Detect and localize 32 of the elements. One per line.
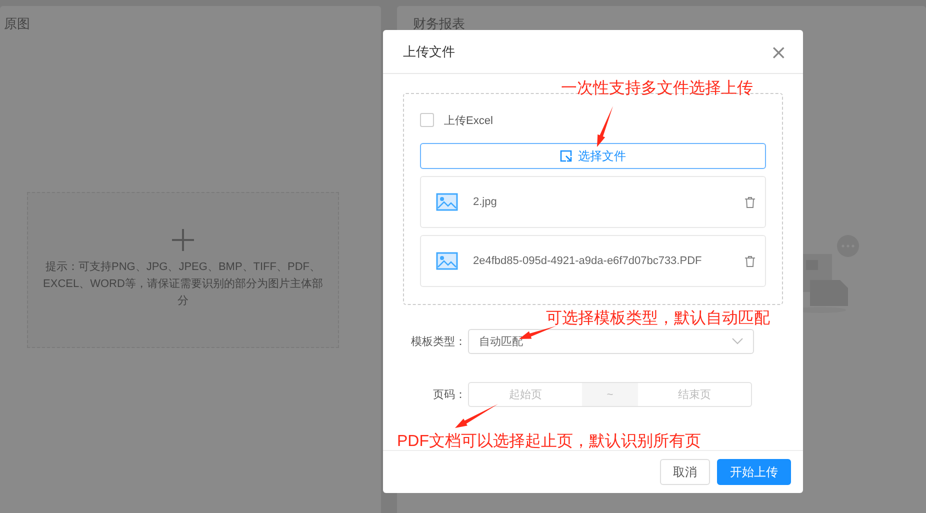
- panel-title: 原图: [3, 15, 31, 33]
- dialog-title: 上传文件: [403, 42, 455, 60]
- start-page-field[interactable]: 起始页: [468, 382, 582, 407]
- annotation-arrow: [455, 404, 498, 428]
- hint-text: 提示：可支持PNG、JPG、JPEG、BMP、TIFF、PDF、EXCEL、WORD等，请保证需要识别的部分为图片主体部分: [42, 260, 324, 309]
- field-label: 页码：: [432, 388, 466, 402]
- file-item[interactable]: 2e4fbd85-095d-4921-a9da-e6f7d07bc733.PDF: [420, 235, 766, 287]
- file-item[interactable]: 2.jpg: [420, 176, 766, 228]
- checkbox-label: 上传Excel: [444, 114, 493, 128]
- range-separator: ~: [582, 382, 638, 407]
- annotation-text: 一次性支持多文件选择上传: [561, 78, 753, 99]
- plus-icon: [172, 229, 194, 251]
- image-icon: [436, 193, 458, 211]
- start-upload-button[interactable]: 开始上传: [717, 459, 791, 485]
- annotation-text: PDF文档可以选择起止页，默认识别所有页: [397, 432, 701, 452]
- select-icon: [560, 150, 572, 162]
- delete-icon[interactable]: [745, 196, 755, 208]
- file-name: 2e4fbd85-095d-4921-a9da-e6f7d07bc733.PDF: [473, 255, 703, 267]
- annotation-text: 可选择模板类型，默认自动匹配: [546, 308, 770, 329]
- annotation-arrow: [597, 106, 613, 147]
- template-select[interactable]: 自动匹配: [468, 329, 754, 354]
- chevron-down-icon: [732, 338, 743, 345]
- end-page-field[interactable]: 结束页: [638, 382, 752, 407]
- panel-title: 财务报表: [412, 15, 466, 33]
- field-label: 模板类型：: [410, 335, 466, 349]
- delete-icon[interactable]: [745, 256, 755, 266]
- checkbox[interactable]: [420, 113, 434, 127]
- close-button[interactable]: ×: [766, 40, 791, 64]
- image-icon: [436, 252, 458, 270]
- select-file-button[interactable]: 选择文件: [420, 143, 766, 169]
- file-name: 2.jpg: [473, 196, 498, 208]
- cancel-button[interactable]: 取消: [660, 459, 710, 485]
